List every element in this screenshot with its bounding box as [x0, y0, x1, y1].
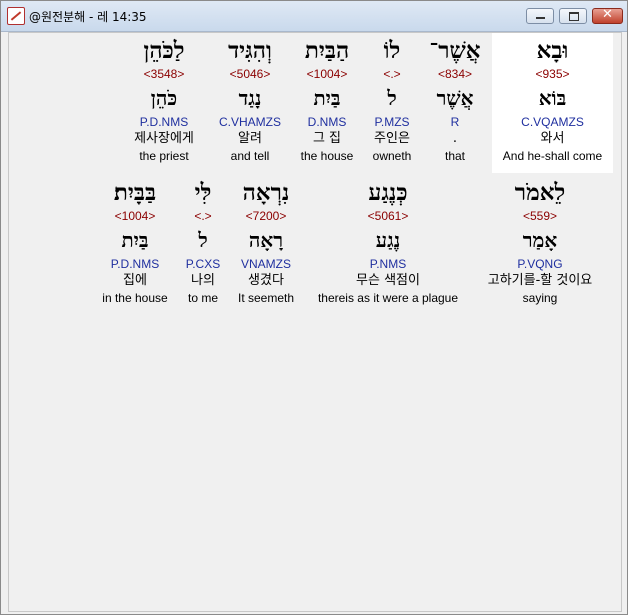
- english-gloss: that: [444, 149, 465, 163]
- word-block[interactable]: לַכֹּהֵן <3548> כֹּהֵן P.D.NMS 제사장에게 the…: [122, 36, 206, 164]
- word-block[interactable]: לֵאמֹר <559> אָמַר P.VQNG 고하기를-할 것이요 say…: [475, 178, 605, 306]
- close-icon: ✕: [602, 7, 613, 22]
- hebrew-word: לַכֹּהֵן: [143, 37, 185, 64]
- english-gloss: saying: [522, 291, 558, 305]
- korean-gloss: 그 집: [312, 131, 342, 146]
- strongs-number[interactable]: <.>: [181, 208, 225, 224]
- hebrew-word: אֲשֶׁר־: [429, 37, 481, 64]
- strongs-number[interactable]: <3548>: [122, 66, 206, 82]
- strongs-number[interactable]: <834>: [425, 66, 485, 82]
- lemma: אֲשֶׁר: [436, 86, 474, 110]
- korean-gloss: .: [452, 131, 458, 146]
- korean-gloss: 집에: [123, 273, 147, 288]
- korean-gloss: 주인은: [374, 131, 410, 146]
- app-window: @원전분해 - 레 14:35 ✕ וּבָא <935> בּוֹא C.VQ…: [0, 0, 628, 615]
- hebrew-word: לוֹ: [383, 37, 401, 64]
- word-block[interactable]: וְהִגִּיד <5046> נָגַד C.VHAMZS 알려 and t…: [212, 36, 288, 164]
- english-gloss: and tell: [230, 149, 270, 163]
- english-gloss: the priest: [139, 149, 189, 163]
- korean-gloss: 무슨 색점이: [356, 273, 420, 288]
- english-gloss: to me: [187, 291, 218, 305]
- strongs-number[interactable]: <559>: [475, 208, 605, 224]
- english-gloss: It seemeth: [237, 291, 295, 305]
- hebrew-word: נִרְאָה: [242, 179, 290, 206]
- strongs-number[interactable]: <935>: [492, 66, 613, 82]
- english-gloss: in the house: [102, 291, 168, 305]
- morphology-code: VNAMZS: [240, 257, 291, 271]
- morphology-code: P.D.NMS: [110, 257, 160, 271]
- hebrew-word: כְּנֶגַע: [368, 179, 408, 206]
- word-block[interactable]: אֲשֶׁר־ <834> אֲשֶׁר R . that: [425, 36, 485, 164]
- word-block[interactable]: לוֹ <.> ל P.MZS 주인은 owneth: [364, 36, 420, 164]
- hebrew-word: וְהִגִּיד: [228, 37, 272, 64]
- strongs-number[interactable]: <5046>: [212, 66, 288, 82]
- word-block[interactable]: בַּבָּיִת׃ <1004> בַּיִת P.D.NMS 집에 in t…: [95, 178, 175, 306]
- minimize-icon: [536, 17, 545, 19]
- korean-gloss: 와서: [540, 131, 565, 146]
- morphology-code: C.VQAMZS: [521, 115, 584, 129]
- hebrew-word: וּבָא: [536, 37, 569, 64]
- english-gloss: the house: [300, 149, 354, 163]
- close-button[interactable]: ✕: [592, 7, 623, 24]
- korean-gloss: 생겼다: [248, 273, 284, 288]
- morphology-code: R: [450, 115, 460, 129]
- word-block[interactable]: כְּנֶגַע <5061> נֶגַע P.NMS 무슨 색점이 there…: [309, 178, 467, 306]
- korean-gloss: 제사장에게: [134, 131, 194, 146]
- lemma: בּוֹא: [538, 86, 567, 110]
- word-block[interactable]: לִּי <.> ל P.CXS 나의 to me: [181, 178, 225, 306]
- morphology-code: P.MZS: [374, 115, 410, 129]
- hebrew-word: לִּי: [194, 179, 212, 206]
- window-title: @원전분해 - 레 14:35: [29, 10, 147, 24]
- lemma: אָמַר: [522, 228, 558, 252]
- strongs-number[interactable]: <1004>: [294, 66, 360, 82]
- korean-gloss: 알려: [238, 131, 262, 146]
- lemma: נֶגַע: [375, 228, 401, 252]
- title-bar[interactable]: @원전분해 - 레 14:35 ✕: [1, 1, 627, 32]
- hebrew-word: לֵאמֹר: [514, 179, 566, 206]
- minimize-button[interactable]: [526, 8, 554, 24]
- strongs-number[interactable]: <5061>: [309, 208, 467, 224]
- english-gloss: And he-shall come: [502, 149, 603, 163]
- english-gloss: thereis as it were a plague: [317, 291, 459, 305]
- morphology-code: P.NMS: [369, 257, 407, 271]
- strongs-number[interactable]: <7200>: [231, 208, 301, 224]
- english-gloss: owneth: [372, 149, 412, 163]
- maximize-icon: [569, 12, 579, 21]
- strongs-number[interactable]: <.>: [364, 66, 420, 82]
- word-block[interactable]: וּבָא <935> בּוֹא C.VQAMZS 와서 And he-sha…: [492, 36, 613, 164]
- morphology-code: P.D.NMS: [139, 115, 189, 129]
- lemma: נָגַד: [238, 86, 262, 110]
- morphology-code: P.CXS: [185, 257, 221, 271]
- lemma: בַּיִת: [313, 86, 341, 110]
- hebrew-word: בַּבָּיִת׃: [113, 179, 157, 206]
- morphology-code: C.VHAMZS: [218, 115, 281, 129]
- morphology-code: D.NMS: [307, 115, 347, 129]
- interlinear-panel: וּבָא <935> בּוֹא C.VQAMZS 와서 And he-sha…: [8, 32, 622, 612]
- korean-gloss: 나의: [191, 273, 215, 288]
- app-icon[interactable]: [7, 7, 25, 25]
- strongs-number[interactable]: <1004>: [95, 208, 175, 224]
- lemma: רָאָה: [248, 228, 284, 252]
- morphology-code: P.VQNG: [517, 257, 563, 271]
- lemma: ל: [198, 228, 208, 252]
- lemma: כֹּהֵן: [150, 86, 178, 110]
- hebrew-word: הַבַּיִת: [304, 37, 350, 64]
- maximize-button[interactable]: [559, 8, 587, 24]
- lemma: ל: [387, 86, 397, 110]
- word-block[interactable]: נִרְאָה <7200> רָאָה VNAMZS 생겼다 It seeme…: [231, 178, 301, 306]
- word-block[interactable]: הַבַּיִת <1004> בַּיִת D.NMS 그 집 the hou…: [294, 36, 360, 164]
- korean-gloss: 고하기를-할 것이요: [487, 273, 593, 288]
- lemma: בַּיִת: [121, 228, 149, 252]
